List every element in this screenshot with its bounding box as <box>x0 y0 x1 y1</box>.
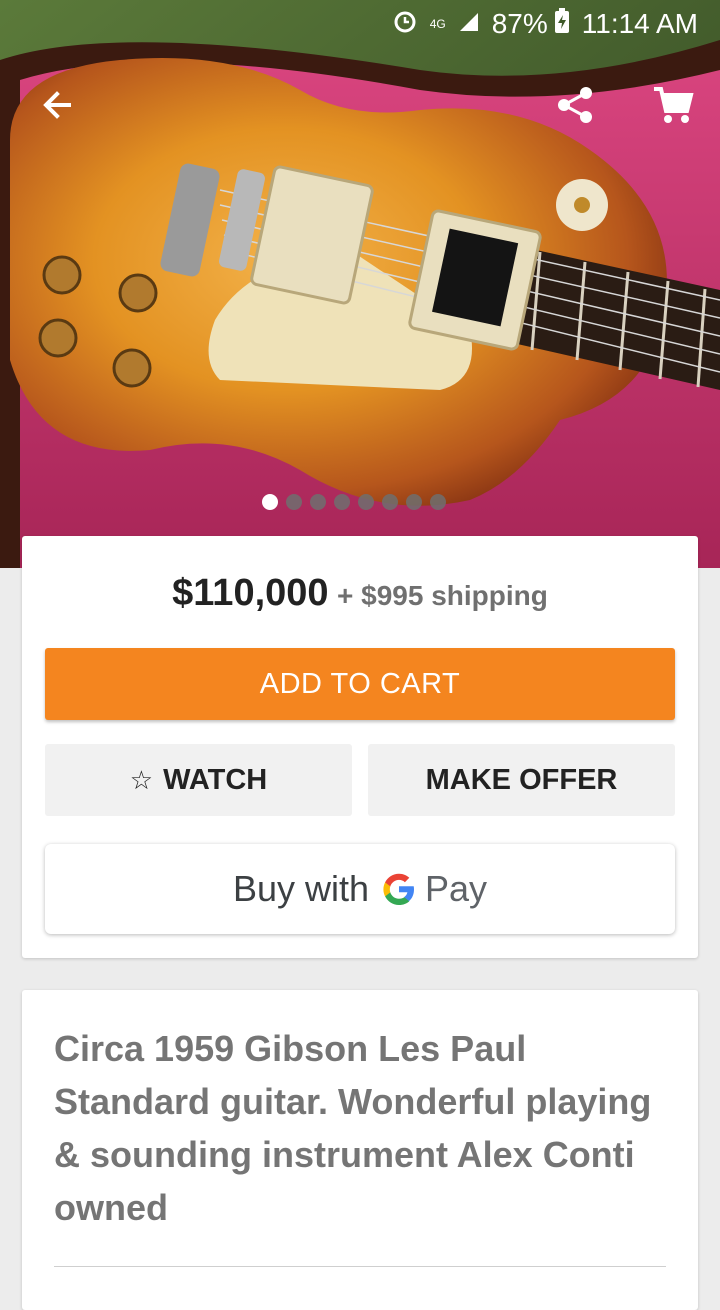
gpay-pay-label: Pay <box>425 868 488 909</box>
listing-title: Circa 1959 Gibson Les Paul Standard guit… <box>54 1028 652 1228</box>
price: $110,000 <box>172 572 329 614</box>
gallery-dot[interactable] <box>406 494 422 510</box>
gallery-dot[interactable] <box>430 494 446 510</box>
cart-icon[interactable] <box>646 78 700 132</box>
gallery-dot[interactable] <box>286 494 302 510</box>
gpay-prefix: Buy with <box>232 868 369 909</box>
network-label: 4G <box>429 17 446 31</box>
product-photo[interactable] <box>0 0 720 568</box>
back-arrow-icon[interactable] <box>30 78 84 132</box>
alarm-icon <box>392 8 418 41</box>
battery-percent: 87% <box>491 8 548 39</box>
gallery-page-indicator[interactable] <box>262 494 446 510</box>
purchase-card: $110,000 + $995 shipping ADD TO CART ☆ W… <box>22 536 698 958</box>
clock: 11:14 AM <box>581 8 698 39</box>
gallery-dot[interactable] <box>334 494 350 510</box>
gallery-dot[interactable] <box>382 494 398 510</box>
description-card: Circa 1959 Gibson Les Paul Standard guit… <box>22 990 698 1310</box>
google-pay-button[interactable]: Buy with Pay <box>45 844 675 934</box>
divider <box>54 1266 666 1267</box>
star-outline-icon: ☆ <box>129 764 154 795</box>
make-offer-button[interactable]: MAKE OFFER <box>368 744 675 816</box>
gallery-dot[interactable] <box>310 494 326 510</box>
add-to-cart-label: ADD TO CART <box>259 667 461 700</box>
product-image-gallery[interactable]: 4G 87% 11:14 AM <box>0 0 720 568</box>
gallery-dot[interactable] <box>262 494 278 510</box>
signal-icon <box>458 8 480 40</box>
battery-charging-icon <box>554 7 570 41</box>
gallery-dot[interactable] <box>358 494 374 510</box>
share-icon[interactable] <box>548 78 602 132</box>
shipping-cost: + $995 shipping <box>337 580 548 611</box>
google-g-icon <box>381 871 417 907</box>
watch-button[interactable]: ☆ WATCH <box>45 744 352 816</box>
add-to-cart-button[interactable]: ADD TO CART <box>45 648 675 720</box>
status-bar: 4G 87% 11:14 AM <box>0 0 720 48</box>
make-offer-label: MAKE OFFER <box>425 763 618 796</box>
watch-label: WATCH <box>163 763 268 796</box>
price-row: $110,000 + $995 shipping <box>22 572 698 615</box>
